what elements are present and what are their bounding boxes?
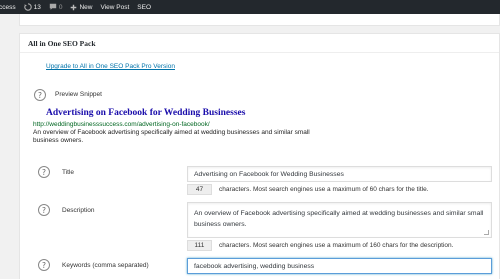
adminbar-view-post[interactable]: View Post	[97, 0, 134, 14]
adminbar-new[interactable]: New	[66, 0, 96, 14]
description-textarea[interactable]: An overview of Facebook advertising spec…	[187, 202, 492, 238]
adminbar-site-name[interactable]: ccess	[0, 0, 20, 14]
keywords-input-value: facebook advertising, wedding business	[194, 262, 315, 270]
keywords-input[interactable]: facebook advertising, wedding business	[187, 258, 492, 274]
metabox-header[interactable]: All in One SEO Pack	[20, 34, 499, 53]
admin-bar: ccess 13 0 New View Post SEO	[0, 0, 500, 14]
description-textarea-value: An overview of Facebook advertising spec…	[194, 210, 484, 228]
title-input[interactable]: Advertising on Facebook for Wedding Busi…	[187, 166, 492, 182]
title-char-counter: 47	[187, 184, 212, 195]
resize-grip-icon[interactable]	[484, 230, 489, 235]
keywords-label: Keywords (comma separated)	[62, 262, 149, 269]
adminbar-comments[interactable]: 0	[45, 0, 67, 14]
title-char-hint: characters. Most search engines use a ma…	[219, 186, 429, 193]
metabox-title: All in One SEO Pack	[28, 38, 96, 48]
title-label: Title	[62, 169, 75, 176]
snippet-description: An overview of Facebook advertising spec…	[33, 129, 310, 144]
site-name-label: ccess	[0, 3, 16, 11]
preview-snippet-label: Preview Snippet	[55, 91, 102, 98]
description-char-hint: characters. Most search engines use a ma…	[219, 242, 454, 249]
upgrade-pro-link[interactable]: Upgrade to All in One SEO Pack Pro Versi…	[46, 63, 175, 70]
updates-count: 13	[33, 3, 41, 11]
comment-icon	[49, 3, 57, 10]
view-post-label: View Post	[100, 3, 130, 11]
description-label: Description	[62, 207, 95, 214]
help-icon[interactable]: ?	[38, 259, 50, 271]
seo-metabox: All in One SEO Pack Upgrade to All in On…	[19, 33, 500, 279]
help-icon[interactable]: ?	[34, 89, 46, 101]
new-label: New	[79, 3, 93, 11]
adminbar-updates[interactable]: 13	[20, 0, 45, 14]
help-icon[interactable]: ?	[38, 204, 50, 216]
adminbar-seo[interactable]: SEO	[133, 0, 155, 14]
snippet-url: http://weddingbusinesssuccess.com/advert…	[33, 121, 210, 128]
plus-icon	[71, 4, 77, 10]
description-char-counter: 111	[187, 240, 212, 251]
seo-label: SEO	[137, 3, 152, 11]
title-input-value: Advertising on Facebook for Wedding Busi…	[194, 170, 344, 178]
snippet-title: Advertising on Facebook for Wedding Busi…	[46, 108, 246, 118]
preview-snippet: Advertising on Facebook for Wedding Busi…	[33, 101, 339, 153]
help-icon[interactable]: ?	[38, 166, 50, 178]
comments-count: 0	[58, 3, 63, 11]
updates-icon	[23, 3, 32, 11]
previous-metabox-bottom	[19, 14, 500, 26]
